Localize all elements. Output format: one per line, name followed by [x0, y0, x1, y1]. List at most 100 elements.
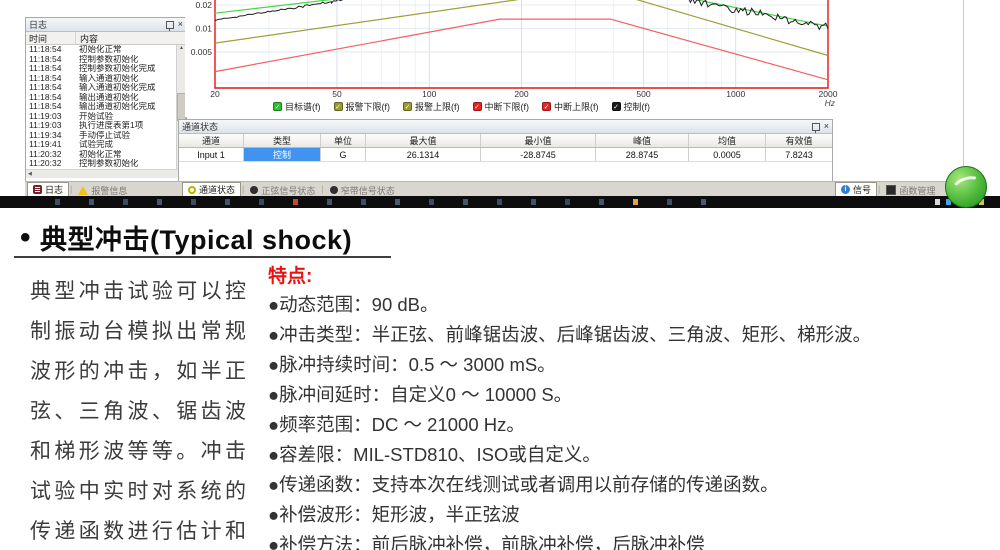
- legend-item[interactable]: ✓目标谱(f): [273, 100, 321, 113]
- tab-alarm-info[interactable]: 报警信息: [73, 184, 132, 196]
- document-section: • 典型冲击(Typical shock) 典型冲击试验可以控制振动台模拟出常规…: [0, 208, 1000, 550]
- taskbar-app-icon[interactable]: [395, 199, 400, 205]
- taskbar-app-icon[interactable]: [293, 199, 298, 205]
- legend-label: 报警上限(f): [415, 100, 460, 113]
- tab-signal-label: 信号: [853, 183, 871, 196]
- taskbar-app-icon[interactable]: [633, 199, 638, 205]
- column-header[interactable]: 均值: [689, 134, 766, 147]
- log-horizontal-scrollbar[interactable]: ◀ ▶: [26, 170, 186, 178]
- log-message: 输入通道初始化完成: [75, 83, 186, 93]
- column-header[interactable]: 单位: [321, 134, 366, 147]
- bullet-icon: •: [20, 228, 31, 248]
- scroll-left-icon[interactable]: ◀: [28, 171, 32, 177]
- column-header[interactable]: 最大值: [366, 134, 481, 147]
- taskbar-app-icon[interactable]: [225, 199, 230, 205]
- column-header[interactable]: 有效值: [766, 134, 832, 147]
- chart-canvas: 0.020.010.005205010020050010002000Hz: [185, 0, 840, 112]
- log-row[interactable]: 11:20:32控制参数初始化: [26, 159, 186, 169]
- legend-label: 目标谱(f): [285, 100, 321, 113]
- taskbar-app-icon[interactable]: [123, 199, 128, 205]
- log-message: 控制参数初始化: [75, 55, 186, 65]
- feature-item: ●脉冲持续时间：0.5 ～ 3000 mS。: [268, 350, 988, 380]
- pin-icon[interactable]: [166, 21, 174, 29]
- table-cell: 7.8243: [766, 148, 832, 161]
- tab-channel-status[interactable]: 通道状态: [182, 182, 241, 196]
- legend-item[interactable]: ✓中断下限(f): [473, 100, 530, 113]
- feature-item: ●补偿方法：前后脉冲补偿，前脉冲补偿，后脉冲补偿: [268, 530, 988, 550]
- legend-item[interactable]: ✓控制(f): [612, 100, 651, 113]
- legend-checkbox-icon[interactable]: ✓: [273, 102, 282, 111]
- channel-table: 通道类型单位最大值最小值峰值均值有效值Input 1控制G26.1314-28.…: [179, 134, 832, 162]
- taskbar-app-icon[interactable]: [89, 199, 94, 205]
- legend-checkbox-icon[interactable]: ✓: [403, 102, 412, 111]
- channel-status-panel: 通道状态 × 通道类型单位最大值最小值峰值均值有效值Input 1控制G26.1…: [178, 119, 833, 183]
- taskbar-app-icon[interactable]: [497, 199, 502, 205]
- paragraph-line: 试验中实时对系统的: [30, 472, 246, 512]
- log-message: 初始化正常: [75, 45, 186, 55]
- legend-item[interactable]: ✓报警上限(f): [403, 100, 460, 113]
- paragraph-line: 传递函数进行估计和: [30, 512, 246, 550]
- status-tabbar: 通道状态 | 正弦信号状态 | 窄带信号状态: [182, 182, 400, 196]
- log-message: 开始试验: [75, 112, 186, 122]
- column-header[interactable]: 通道: [179, 134, 244, 147]
- legend-item[interactable]: ✓中断上限(f): [542, 100, 599, 113]
- tab-sine-label: 正弦信号状态: [261, 184, 315, 197]
- column-header[interactable]: 类型: [244, 134, 321, 147]
- paragraph-line: 和梯形波等等。冲击: [30, 432, 246, 472]
- tab-narrowband-label: 窄带信号状态: [341, 184, 395, 197]
- tab-signal[interactable]: i 信号: [835, 182, 877, 196]
- channel-panel-title: 通道状态: [182, 120, 812, 133]
- taskbar-app-icon[interactable]: [55, 199, 60, 205]
- legend-checkbox-icon[interactable]: ✓: [612, 102, 621, 111]
- log-message: 试验完成: [75, 140, 186, 150]
- taskbar-app-icon[interactable]: [565, 199, 570, 205]
- paragraph-line: 波形的冲击，如半正: [30, 352, 246, 392]
- tab-separator: |: [878, 184, 880, 194]
- legend-checkbox-icon[interactable]: ✓: [334, 102, 343, 111]
- taskbar-app-icon[interactable]: [429, 199, 434, 205]
- scroll-up-icon[interactable]: ▲: [179, 45, 184, 51]
- bottom-tab-strip: [25, 181, 963, 197]
- log-message: 执行进度表第1项: [75, 121, 186, 131]
- log-panel-titlebar: 日志 ×: [26, 18, 186, 32]
- windows-taskbar[interactable]: [0, 196, 1000, 208]
- pin-icon[interactable]: [812, 123, 820, 131]
- taskbar-app-icon[interactable]: [361, 199, 366, 205]
- window-edge-divider: [963, 0, 964, 170]
- log-message: 输入通道初始化: [75, 74, 186, 84]
- x-tick-label: 20: [210, 89, 220, 99]
- tab-narrowband-signal-status[interactable]: 窄带信号状态: [325, 184, 400, 196]
- table-row[interactable]: Input 1控制G26.1314-28.874528.87450.00057.…: [179, 148, 832, 162]
- y-tick-label: 0.02: [195, 0, 212, 10]
- legend-checkbox-icon[interactable]: ✓: [473, 102, 482, 111]
- x-axis-unit: Hz: [825, 98, 836, 108]
- close-icon[interactable]: ×: [824, 122, 829, 131]
- green-ball-logo[interactable]: [945, 166, 987, 208]
- taskbar-app-icon[interactable]: [599, 199, 604, 205]
- taskbar-app-icon[interactable]: [191, 199, 196, 205]
- sine-signal-icon: [250, 186, 258, 194]
- log-col-time: 时间: [26, 32, 76, 45]
- log-panel-title: 日志: [29, 18, 166, 31]
- legend-item[interactable]: ✓报警下限(f): [334, 100, 391, 113]
- legend-label: 中断下限(f): [485, 100, 530, 113]
- column-header[interactable]: 最小值: [481, 134, 596, 147]
- tab-log[interactable]: 日志: [27, 182, 69, 196]
- heading-underline: [14, 256, 391, 258]
- close-icon[interactable]: ×: [178, 20, 183, 29]
- taskbar-app-icon[interactable]: [463, 199, 468, 205]
- tab-sine-signal-status[interactable]: 正弦信号状态: [245, 184, 320, 196]
- taskbar-app-icon[interactable]: [327, 199, 332, 205]
- taskbar-app-icon[interactable]: [701, 199, 706, 205]
- taskbar-app-icon[interactable]: [157, 199, 162, 205]
- log-icon: [33, 185, 42, 194]
- taskbar-tray-icon[interactable]: [935, 199, 940, 205]
- taskbar-app-icon[interactable]: [259, 199, 264, 205]
- page: 日志 × 时间 内容 11:18:54初始化正常11:18:54控制参数初始化1…: [0, 0, 1000, 550]
- legend-checkbox-icon[interactable]: ✓: [542, 102, 551, 111]
- tab-function-manage-label: 函数管理: [899, 184, 935, 197]
- taskbar-app-icon[interactable]: [667, 199, 672, 205]
- tab-function-manage[interactable]: 函数管理: [881, 184, 940, 196]
- column-header[interactable]: 峰值: [596, 134, 689, 147]
- taskbar-app-icon[interactable]: [531, 199, 536, 205]
